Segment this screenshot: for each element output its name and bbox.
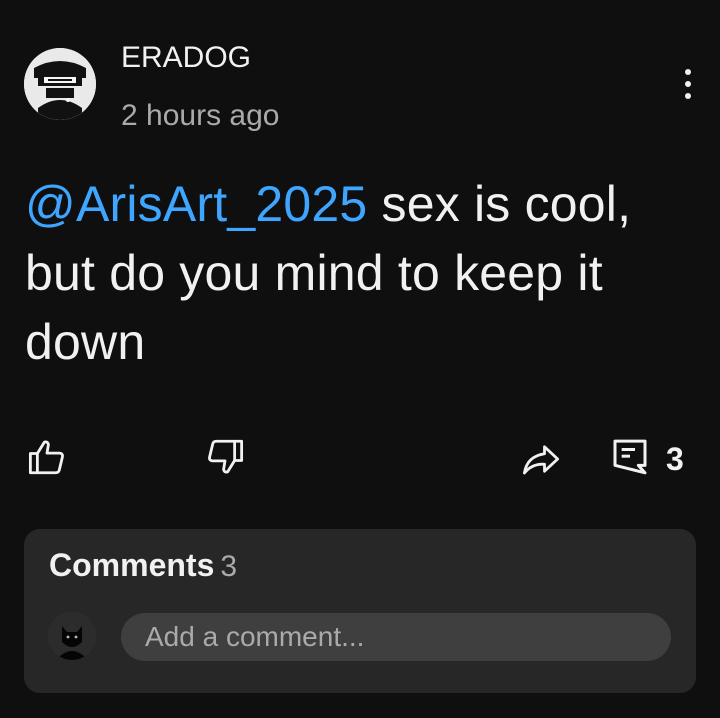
kebab-dot — [685, 93, 691, 99]
replies-button[interactable] — [607, 434, 653, 480]
dislike-button[interactable] — [202, 434, 248, 480]
like-button[interactable] — [24, 434, 70, 480]
comments-count: 3 — [220, 550, 238, 583]
comment-text: @ArisArt_2025 sex is cool, but do you mi… — [25, 170, 705, 377]
comments-panel[interactable]: Comments 3 — [24, 529, 696, 693]
mention-link[interactable]: @ArisArt_2025 — [25, 176, 367, 232]
add-comment-input[interactable] — [121, 613, 671, 661]
user-avatar[interactable] — [48, 612, 96, 660]
thumbs-down-icon — [208, 439, 244, 474]
thumbs-up-icon — [28, 440, 64, 475]
comments-title-label: Comments — [49, 547, 215, 583]
comment-reply-icon — [613, 439, 647, 475]
comment-timestamp: 2 hours ago — [121, 99, 280, 132]
kebab-dot — [685, 81, 691, 87]
author-avatar[interactable] — [24, 48, 96, 120]
reply-count: 3 — [666, 441, 684, 477]
author-avatar-image — [24, 48, 96, 120]
more-options-icon[interactable] — [670, 62, 706, 106]
comments-panel-title: Comments 3 — [49, 545, 237, 587]
kebab-dot — [685, 69, 691, 75]
comment-author[interactable]: ERADOG — [121, 40, 251, 76]
share-button[interactable] — [518, 436, 564, 482]
comment-detail-page: ERADOG 2 hours ago @ArisArt_2025 sex is … — [0, 0, 720, 718]
share-icon — [522, 445, 560, 475]
user-avatar-image — [48, 612, 96, 660]
